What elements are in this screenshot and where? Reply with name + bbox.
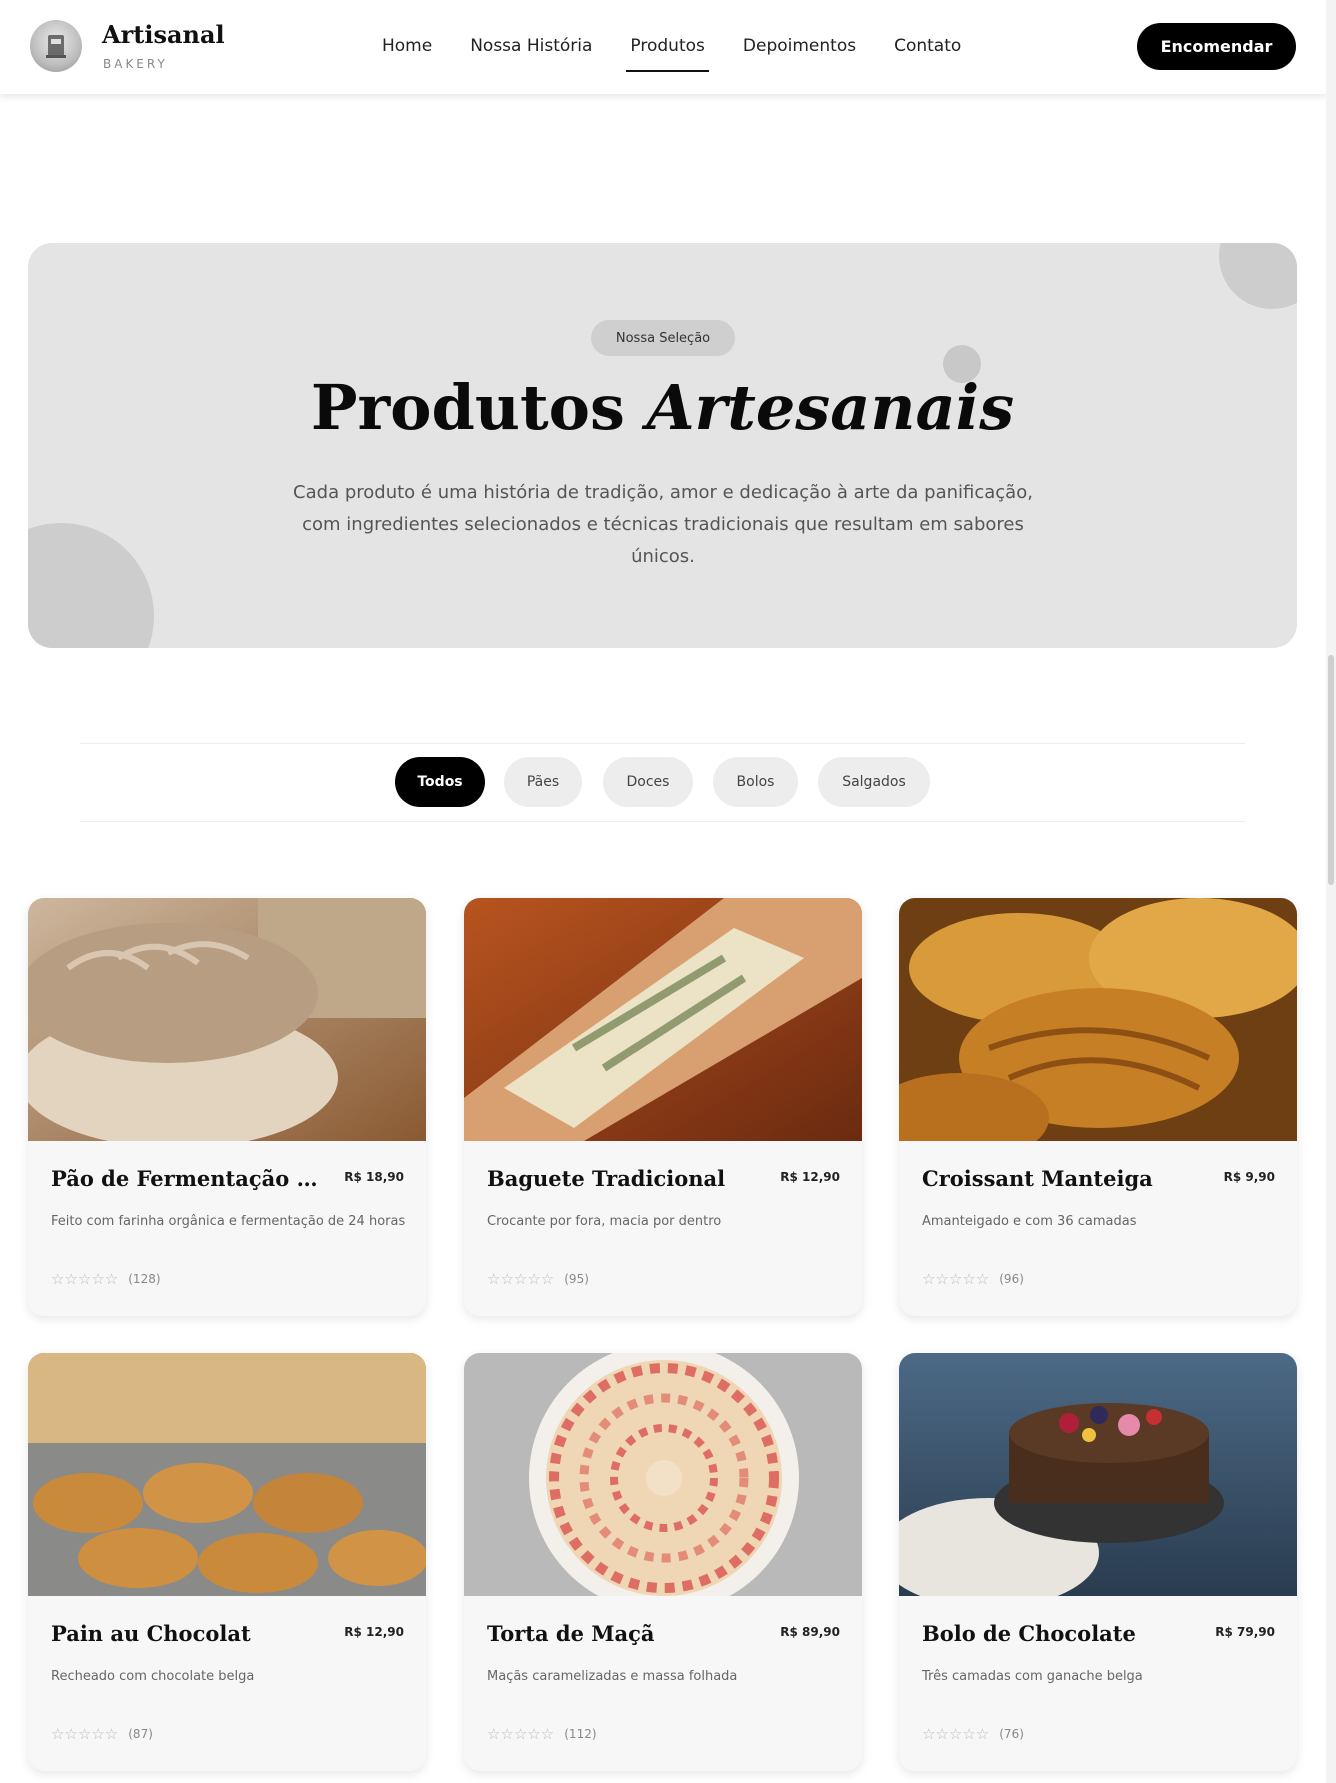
main-nav: Home Nossa História Produtos Depoimentos… <box>382 36 999 72</box>
nav-nossa-historia[interactable]: Nossa História <box>470 36 592 56</box>
star-rating-icon: ☆☆☆☆☆ <box>487 1725 555 1743</box>
encomendar-button[interactable]: Encomendar <box>1137 23 1296 70</box>
nav-home[interactable]: Home <box>382 36 432 56</box>
product-rating: ☆☆☆☆☆ (112) <box>487 1725 597 1743</box>
product-name: Baguete Tradicional <box>487 1166 726 1191</box>
product-card[interactable]: Bolo de Chocolate R$ 79,90 Três camadas … <box>899 1353 1297 1771</box>
apple-tart-photo <box>464 1353 862 1596</box>
product-description: Maçãs caramelizadas e massa folhada <box>487 1669 738 1684</box>
product-rating: ☆☆☆☆☆ (95) <box>487 1270 589 1288</box>
baguette-photo <box>464 898 862 1141</box>
divider <box>80 821 1245 822</box>
product-price: R$ 79,90 <box>1215 1625 1275 1639</box>
product-card[interactable]: Croissant Manteiga R$ 9,90 Amanteigado e… <box>899 898 1297 1316</box>
filter-bolos[interactable]: Bolos <box>713 757 798 807</box>
logo-emblem-icon <box>46 35 66 58</box>
nav-contato[interactable]: Contato <box>894 36 961 56</box>
product-card[interactable]: Baguete Tradicional R$ 12,90 Crocante po… <box>464 898 862 1316</box>
star-rating-icon: ☆☆☆☆☆ <box>922 1725 990 1743</box>
filter-salgados[interactable]: Salgados <box>818 757 930 807</box>
product-name: Torta de Maçã <box>487 1621 655 1646</box>
product-price: R$ 12,90 <box>344 1625 404 1639</box>
page-scrollbar-thumb[interactable] <box>1328 655 1334 885</box>
decorative-circle <box>1219 243 1297 309</box>
product-rating: ☆☆☆☆☆ (96) <box>922 1270 1024 1288</box>
product-description: Recheado com chocolate belga <box>51 1669 255 1684</box>
product-rating: ☆☆☆☆☆ (128) <box>51 1270 161 1288</box>
product-name: Pain au Chocolat <box>51 1621 251 1646</box>
review-count: (112) <box>564 1727 597 1741</box>
review-count: (95) <box>564 1272 589 1286</box>
product-price: R$ 89,90 <box>780 1625 840 1639</box>
filter-todos[interactable]: Todos <box>395 757 485 807</box>
croissant-photo <box>899 898 1297 1141</box>
section-badge: Nossa Seleção <box>591 320 735 356</box>
product-card[interactable]: Torta de Maçã R$ 89,90 Maçãs caramelizad… <box>464 1353 862 1771</box>
product-rating: ☆☆☆☆☆ (87) <box>51 1725 153 1743</box>
product-card[interactable]: Pain au Chocolat R$ 12,90 Recheado com c… <box>28 1353 426 1771</box>
logo-icon[interactable] <box>30 20 82 72</box>
product-card[interactable]: Pão de Fermentação Nat... R$ 18,90 Feito… <box>28 898 426 1316</box>
decorative-circle <box>28 523 154 648</box>
product-price: R$ 9,90 <box>1223 1170 1275 1184</box>
product-description: Feito com farinha orgânica e fermentação… <box>51 1214 406 1229</box>
review-count: (128) <box>128 1272 161 1286</box>
nav-depoimentos[interactable]: Depoimentos <box>743 36 856 56</box>
filter-paes[interactable]: Pães <box>504 757 582 807</box>
pain-au-chocolat-photo <box>28 1353 426 1596</box>
review-count: (96) <box>999 1272 1024 1286</box>
review-count: (87) <box>128 1727 153 1741</box>
sourdough-bread-photo <box>28 898 426 1141</box>
hero-description: Cada produto é uma história de tradição,… <box>293 482 1033 567</box>
star-rating-icon: ☆☆☆☆☆ <box>51 1725 119 1743</box>
page-title: Produtos Artesanais <box>28 371 1297 444</box>
filter-doces[interactable]: Doces <box>603 757 693 807</box>
products-hero: Nossa Seleção Produtos Artesanais Cada p… <box>28 243 1297 648</box>
review-count: (76) <box>999 1727 1024 1741</box>
page-scrollbar-track[interactable] <box>1326 0 1336 1783</box>
product-price: R$ 18,90 <box>344 1170 404 1184</box>
product-description: Amanteigado e com 36 camadas <box>922 1214 1137 1229</box>
product-price: R$ 12,90 <box>780 1170 840 1184</box>
product-name: Croissant Manteiga <box>922 1166 1153 1191</box>
nav-produtos[interactable]: Produtos <box>626 36 710 72</box>
product-description: Três camadas com ganache belga <box>922 1669 1143 1684</box>
divider <box>80 743 1245 744</box>
site-header: Artisanal BAKERY Home Nossa História Pro… <box>0 0 1326 94</box>
star-rating-icon: ☆☆☆☆☆ <box>922 1270 990 1288</box>
product-name: Pão de Fermentação Nat... <box>51 1166 331 1191</box>
product-name: Bolo de Chocolate <box>922 1621 1136 1646</box>
chocolate-cake-photo <box>899 1353 1297 1596</box>
star-rating-icon: ☆☆☆☆☆ <box>51 1270 119 1288</box>
brand-tagline: BAKERY <box>103 57 168 71</box>
title-italic: Artesanais <box>646 371 1015 444</box>
product-description: Crocante por fora, macia por dentro <box>487 1214 722 1229</box>
product-rating: ☆☆☆☆☆ (76) <box>922 1725 1024 1743</box>
title-plain: Produtos <box>310 371 625 444</box>
star-rating-icon: ☆☆☆☆☆ <box>487 1270 555 1288</box>
brand-name[interactable]: Artisanal <box>102 20 225 49</box>
